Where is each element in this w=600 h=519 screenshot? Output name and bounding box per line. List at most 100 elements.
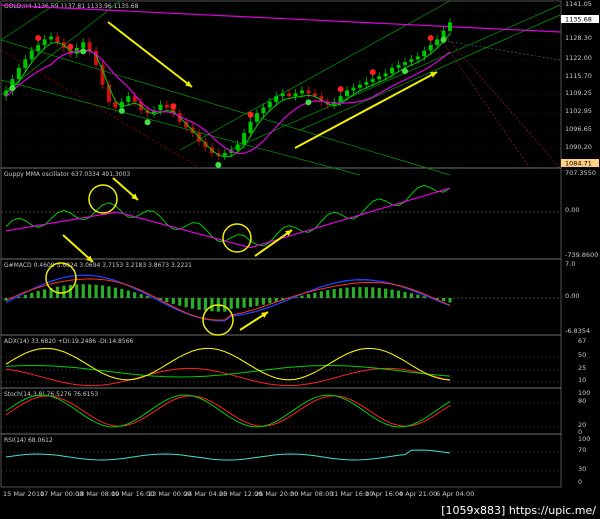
macd-histogram-bar	[36, 291, 40, 298]
adx-header: ADX(14) 33.6820 +DI:19.2486 -DI:14.8566	[4, 338, 134, 345]
price-tick: 1141.05	[565, 0, 592, 8]
trading-chart[interactable]: GOLD,H4 1136.59 1137.81 1133.96 1135.68 …	[0, 0, 600, 519]
candle-body	[338, 96, 343, 102]
buy-signal-dot	[215, 161, 222, 168]
macd-histogram-bar	[30, 292, 34, 298]
macd-histogram-bar	[422, 296, 426, 298]
macd-histogram-bar	[100, 285, 105, 298]
candle-body	[345, 90, 350, 97]
buy-signal-dot	[80, 48, 87, 55]
macd-histogram-bar	[255, 298, 259, 306]
buy-signal-dot	[401, 68, 408, 75]
level-tag-text: 1084.71	[565, 160, 592, 168]
price-tick: 1096.65	[565, 125, 592, 133]
price-tick: 1102.95	[565, 107, 592, 115]
macd-histogram-bar	[171, 298, 175, 304]
rsi-tick: 100	[578, 435, 590, 443]
buy-signal-dot	[118, 107, 125, 114]
stoch-tick: 80	[578, 397, 586, 405]
sell-signal-dot	[369, 69, 376, 76]
price-tick: 1090.20	[565, 143, 592, 151]
macd-histogram-bar	[191, 298, 195, 309]
price-tick: 1122.00	[565, 54, 592, 62]
macd-histogram-bar	[75, 284, 79, 298]
guppy-header: Guppy MMA oscillator 637.0334 491.3003	[4, 171, 130, 178]
x-tick: 4 Apr 21:00	[399, 490, 437, 498]
candle-body	[164, 104, 169, 108]
sell-signal-dot	[247, 111, 254, 118]
macd-histogram-bar	[384, 288, 388, 298]
candle-body	[126, 96, 131, 102]
stoch-tick: 100	[578, 389, 590, 397]
macd-histogram-bar	[390, 289, 394, 298]
candle-body	[396, 64, 401, 68]
candle-body	[261, 107, 266, 114]
candle-body	[448, 22, 452, 31]
macd-histogram-bar	[229, 298, 233, 309]
macd-histogram-bar	[332, 289, 336, 298]
candle-body	[357, 84, 362, 88]
guppy-tick: -739.8600	[565, 251, 598, 259]
buy-signal-dot	[305, 99, 312, 106]
macd-histogram-bar	[300, 295, 304, 298]
last-price-text: 1135.68	[565, 16, 592, 24]
candle-body	[351, 87, 356, 91]
macd-histogram-bar	[184, 298, 188, 308]
macd-histogram-bar	[396, 290, 401, 298]
candle-body	[49, 36, 54, 40]
rsi-tick: 0	[578, 478, 582, 486]
candle-body	[293, 93, 298, 97]
macd-histogram-bar	[43, 289, 47, 298]
macd-histogram-bar	[364, 287, 368, 298]
macd-tick: -6.8354	[565, 327, 590, 335]
candle-body	[36, 45, 41, 51]
macd-histogram-bar	[306, 294, 311, 298]
macd-histogram-bar	[107, 286, 111, 298]
candle-body	[402, 62, 407, 65]
candle-body	[364, 81, 369, 85]
adx-tick: 25	[578, 364, 586, 372]
macd-histogram-bar	[68, 284, 72, 298]
macd-histogram-bar	[403, 291, 407, 298]
rsi-tick: 70	[578, 446, 586, 454]
macd-tick: 7.0	[565, 260, 575, 268]
macd-histogram-bar	[210, 298, 214, 312]
candle-body	[55, 36, 60, 43]
macd-tick: 0.00	[565, 292, 579, 300]
macd-histogram-bar	[441, 298, 446, 302]
sell-signal-dot	[170, 103, 177, 110]
watermark: [1059x883] https://upic.me/	[441, 504, 596, 517]
macd-header: G#MACD 0.4609 3.6024 3.0694 3.7153 3.218…	[4, 262, 192, 269]
macd-histogram-bar	[120, 288, 124, 298]
candle-body	[383, 73, 388, 77]
macd-histogram-bar	[326, 290, 330, 298]
buy-signal-dot	[144, 119, 151, 126]
macd-histogram-bar	[88, 284, 92, 298]
candle-body	[370, 79, 375, 82]
macd-histogram-bar	[242, 298, 246, 308]
macd-histogram-bar	[448, 298, 452, 303]
macd-histogram-bar	[313, 292, 317, 298]
macd-histogram-bar	[371, 287, 375, 298]
x-tick: 1 Apr 16:00	[365, 490, 403, 498]
macd-histogram-bar	[223, 298, 227, 312]
stoch-header: Stoch(14,3,8) 76.5276 76.6153	[4, 391, 98, 398]
macd-histogram-bar	[197, 298, 201, 310]
buy-signal-dot	[440, 36, 447, 43]
macd-histogram-bar	[261, 298, 265, 305]
macd-histogram-bar	[203, 298, 208, 311]
macd-histogram-bar	[358, 287, 362, 298]
rsi-tick: 30	[578, 465, 586, 473]
macd-histogram-bar	[126, 290, 130, 298]
macd-histogram-bar	[268, 298, 272, 304]
macd-histogram-bar	[23, 294, 27, 298]
candle-body	[267, 101, 272, 108]
macd-histogram-bar	[94, 284, 98, 298]
guppy-tick: 0.00	[565, 206, 579, 214]
candle-body	[435, 39, 440, 46]
rsi-header: RSI(14) 68.0612	[4, 437, 53, 444]
candle-body	[254, 113, 259, 122]
candle-body	[248, 121, 253, 134]
candle-body	[300, 90, 304, 94]
candle-body	[235, 144, 240, 151]
